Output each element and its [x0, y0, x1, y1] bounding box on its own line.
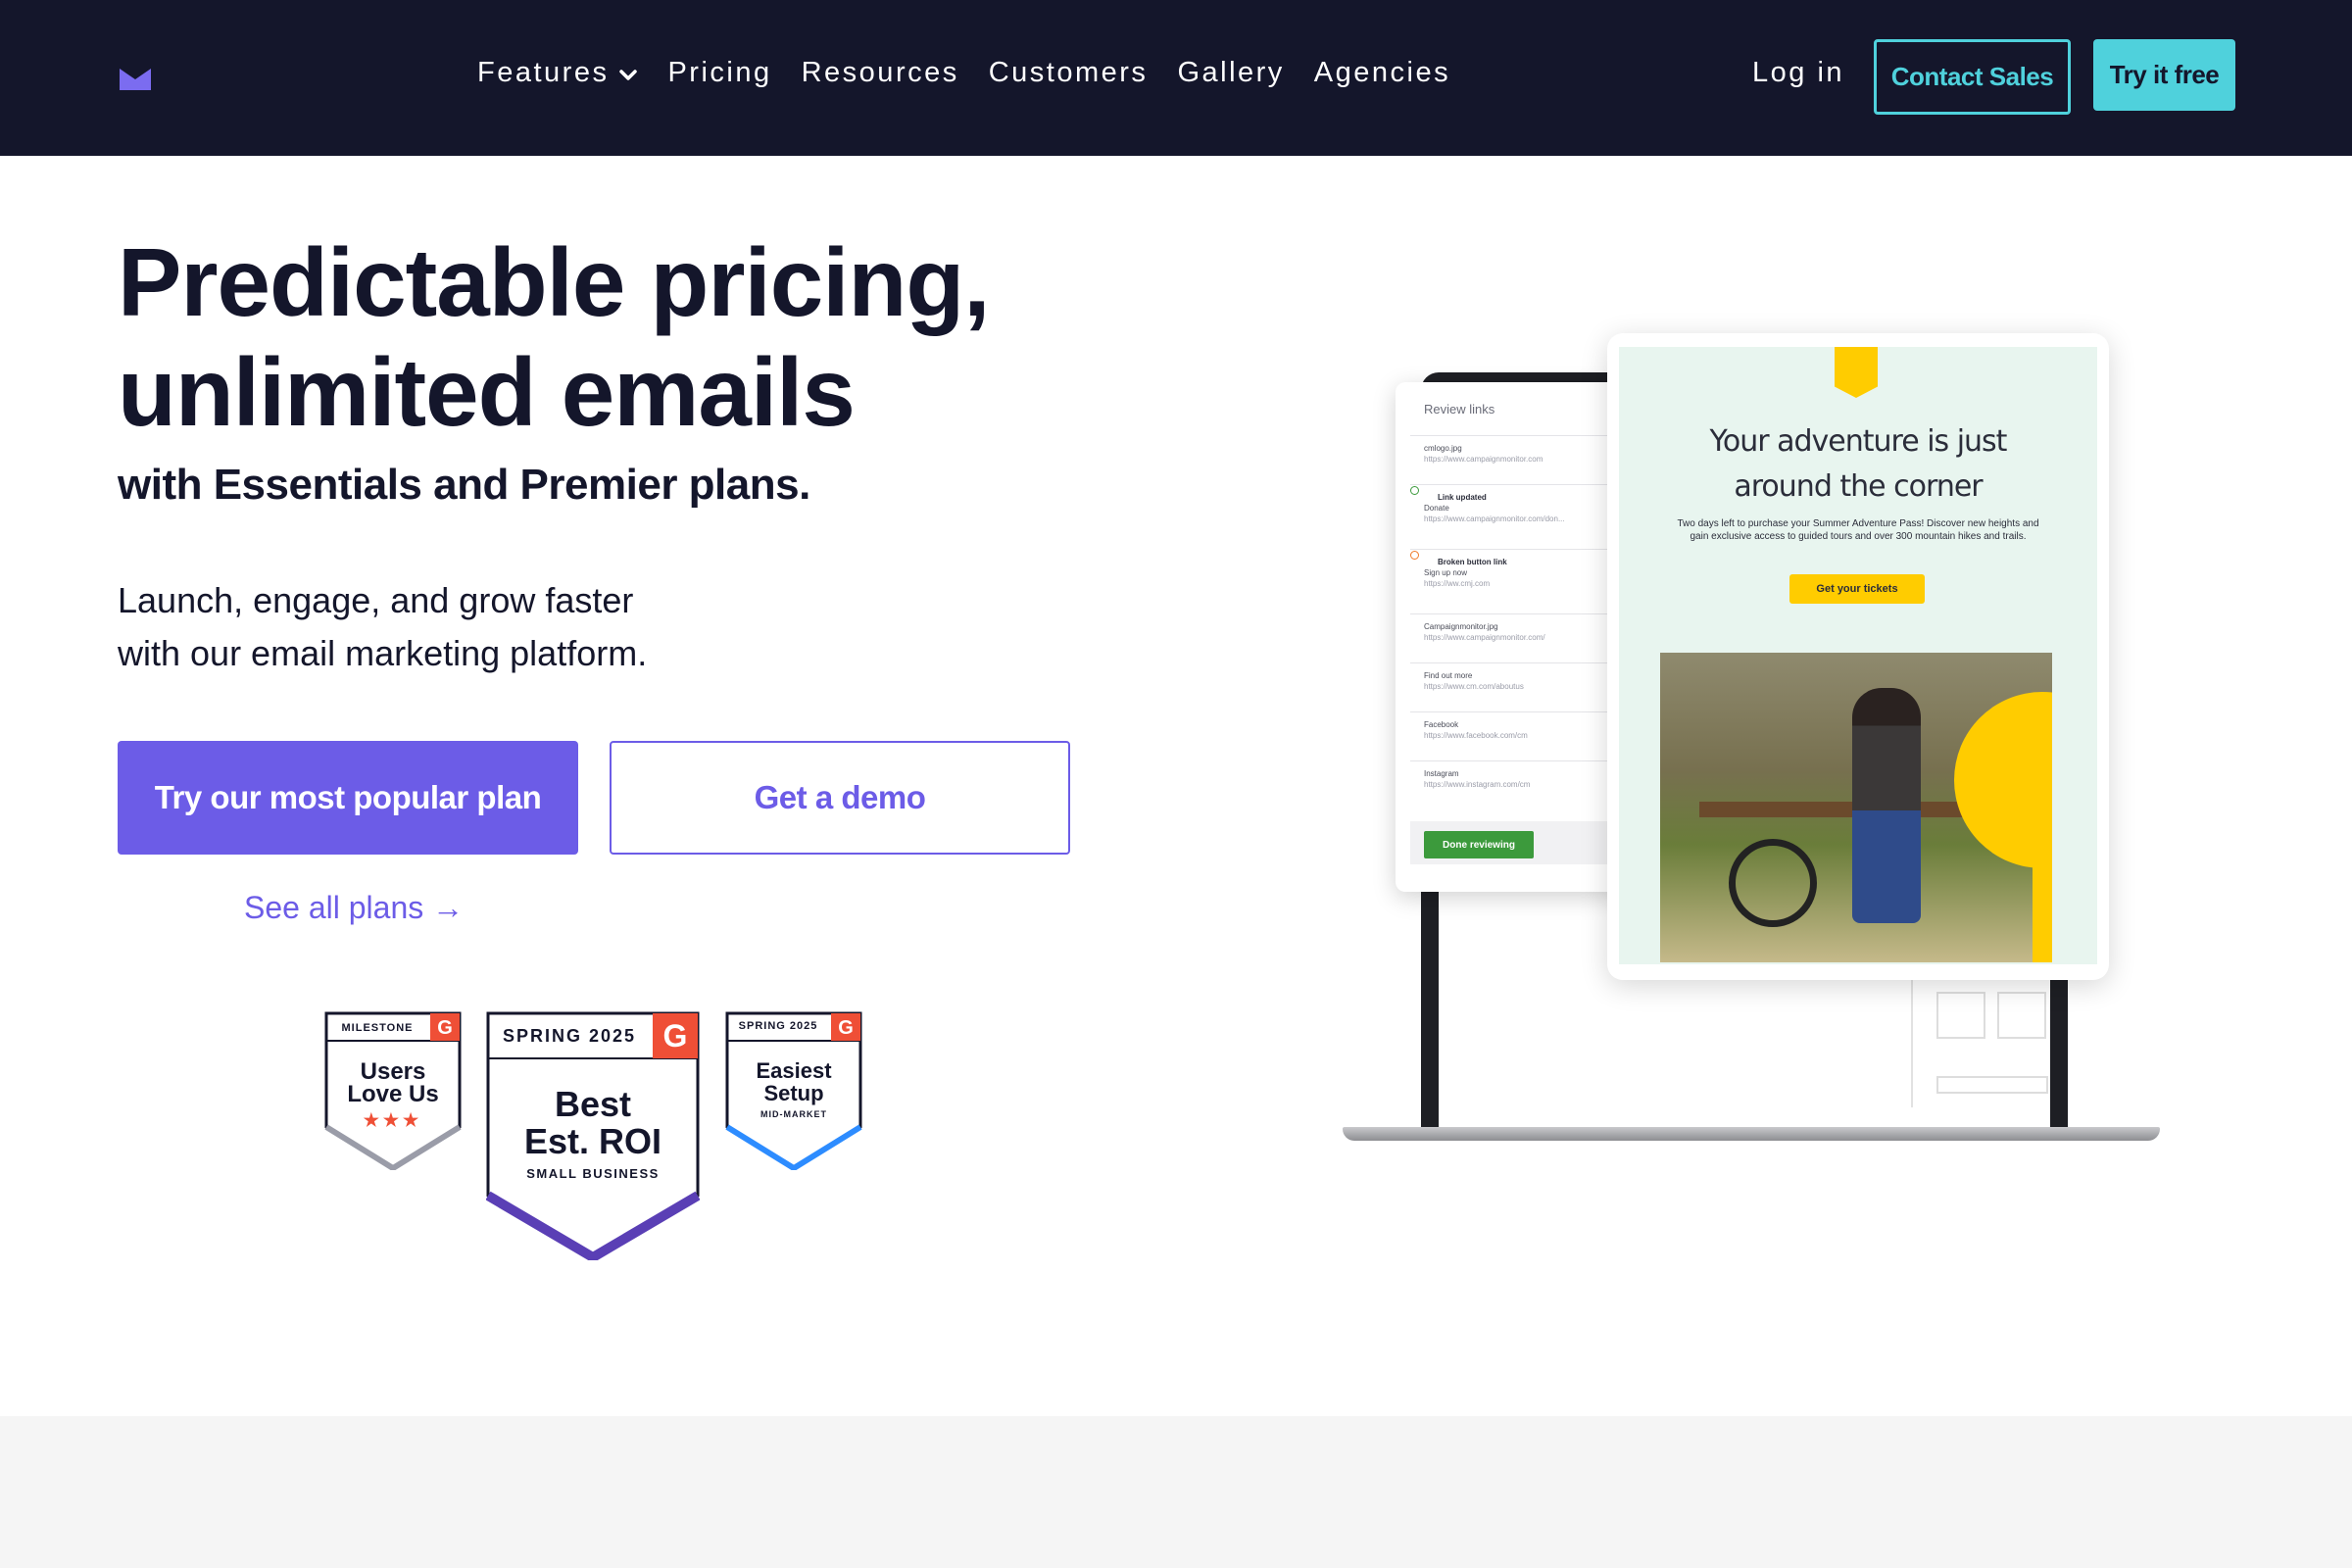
- laptop-base: [1343, 1127, 2160, 1141]
- review-link-name: Find out more: [1424, 671, 1473, 680]
- get-demo-button[interactable]: Get a demo: [610, 741, 1070, 855]
- chevron-down-icon: [619, 69, 638, 80]
- hero-title-line1: Predictable pricing,: [118, 228, 990, 336]
- laptop-ui-bar: [1936, 1076, 2048, 1094]
- hero-title: Predictable pricing, unlimited emails: [118, 227, 990, 447]
- review-link-name: cmlogo.jpg: [1424, 444, 1462, 453]
- g2-badge-best-roi[interactable]: G SPRING 2025 Best Est. ROI SMALL BUSINE…: [486, 1011, 700, 1260]
- review-link-url: https://www.campaignmonitor.com: [1424, 455, 1544, 464]
- g2-badge-users-love-us[interactable]: G MILESTONE Users Love Us ★★★: [324, 1011, 462, 1170]
- review-link-row[interactable]: Instagramhttps://www.instagram.com/cm›: [1410, 760, 1622, 809]
- logo-icon[interactable]: [120, 69, 151, 90]
- svg-text:G: G: [437, 1017, 453, 1039]
- badge-top-label: SPRING 2025: [738, 1020, 818, 1032]
- star-rating-icon: ★★★: [363, 1110, 423, 1130]
- svg-text:G: G: [838, 1017, 854, 1039]
- bicycle-icon: [1729, 839, 1817, 927]
- nav-links: Features Pricing Resources Customers Gal…: [477, 57, 1480, 89]
- review-link-url: https://www.campaignmonitor.com/: [1424, 633, 1545, 642]
- next-section-band: [0, 1416, 2352, 1568]
- review-link-name: Sign up now: [1424, 568, 1468, 577]
- review-link-row[interactable]: Campaignmonitor.jpg https://www.campaignm…: [1410, 613, 1622, 662]
- badge-line2: Love Us: [347, 1081, 439, 1107]
- review-links-list: cmlogo.jpg https://www.campaignmonitor.co…: [1410, 435, 1622, 809]
- badge-sub-label: SMALL BUSINESS: [526, 1166, 660, 1181]
- badge-top-label: MILESTONE: [341, 1022, 414, 1034]
- review-link-url: https://www.cm.com/aboutus: [1424, 682, 1524, 691]
- g2-badge-easiest-setup[interactable]: G SPRING 2025 Easiest Setup MID-MARKET: [725, 1011, 862, 1170]
- try-free-button[interactable]: Try it free: [2093, 39, 2235, 111]
- laptop-ui-box: [1997, 992, 2046, 1039]
- review-link-url: https://ww.cmj.com: [1424, 579, 1491, 588]
- yellow-block-shape: [2033, 770, 2052, 962]
- review-link-row[interactable]: Find out morehttps://www.cm.com/aboutus›: [1410, 662, 1622, 711]
- email-title-line2: around the corner: [1734, 469, 1983, 504]
- hero-lead: Launch, engage, and grow faster with our…: [118, 574, 647, 680]
- email-title-line1: Your adventure is just: [1709, 424, 2008, 459]
- nav-resources[interactable]: Resources: [802, 57, 959, 89]
- hero-lead-line2: with our email marketing platform.: [118, 633, 648, 673]
- laptop-ui-box: [1936, 992, 1985, 1039]
- badge-line1: Best: [554, 1084, 632, 1124]
- top-nav: Features Pricing Resources Customers Gal…: [0, 0, 2352, 156]
- contact-sales-button[interactable]: Contact Sales: [1874, 39, 2071, 115]
- review-link-row[interactable]: Broken button link Sign up now https://ww.…: [1410, 549, 1622, 613]
- hero-subtitle: with Essentials and Premier plans.: [118, 461, 810, 509]
- warning-icon: [1410, 551, 1419, 560]
- review-link-name: Donate: [1424, 504, 1449, 513]
- badge-top-label: SPRING 2025: [502, 1026, 637, 1046]
- get-tickets-button[interactable]: Get your tickets: [1789, 574, 1925, 604]
- hero-title-line2: unlimited emails: [118, 338, 856, 446]
- email-body: Two days left to purchase your Summer Ad…: [1677, 518, 2039, 542]
- nav-features[interactable]: Features: [477, 57, 638, 89]
- done-reviewing-button[interactable]: Done reviewing: [1424, 831, 1534, 858]
- product-mockup: Review links cmlogo.jpg https://www.campa…: [1343, 333, 2166, 1156]
- review-link-row[interactable]: Link updated Donate https://www.campaignmo…: [1410, 484, 1622, 549]
- badge-line2: Setup: [763, 1081, 824, 1105]
- email-title: Your adventure is just around the corner: [1619, 419, 2097, 510]
- review-link-row[interactable]: cmlogo.jpg https://www.campaignmonitor.co…: [1410, 435, 1622, 484]
- review-link-url: https://www.facebook.com/cm: [1424, 731, 1528, 740]
- check-icon: [1410, 486, 1419, 495]
- badge-line2: Est. ROI: [523, 1121, 662, 1161]
- see-all-plans-link[interactable]: See all plans →: [244, 890, 464, 926]
- nav-pricing[interactable]: Pricing: [667, 57, 771, 89]
- review-link-status: Broken button link: [1438, 558, 1507, 566]
- review-links-title: Review links: [1424, 402, 1495, 416]
- review-link-url: https://www.campaignmonitor.com/don...: [1424, 514, 1565, 523]
- review-links-panel: Review links cmlogo.jpg https://www.campa…: [1396, 382, 1637, 892]
- try-popular-plan-button[interactable]: Try our most popular plan: [118, 741, 578, 855]
- review-link-row[interactable]: Facebookhttps://www.facebook.com/cm›: [1410, 711, 1622, 760]
- nav-agencies[interactable]: Agencies: [1314, 57, 1450, 89]
- review-link-name: Campaignmonitor.jpg: [1424, 622, 1498, 631]
- nav-features-label: Features: [477, 57, 610, 88]
- email-hero-image: [1660, 653, 2052, 962]
- nav-customers[interactable]: Customers: [989, 57, 1149, 89]
- hero-lead-line1: Launch, engage, and grow faster: [118, 580, 634, 620]
- svg-text:G: G: [663, 1018, 688, 1054]
- login-link[interactable]: Log in: [1752, 57, 1844, 89]
- person-shape: [1852, 688, 1921, 923]
- review-link-status: Link updated: [1438, 493, 1487, 502]
- review-link-url: https://www.instagram.com/cm: [1424, 780, 1531, 789]
- review-link-name: Instagram: [1424, 769, 1459, 778]
- badge-sub-label: MID-MARKET: [760, 1109, 827, 1119]
- review-link-name: Facebook: [1424, 720, 1459, 729]
- email-preview-card: Your adventure is just around the corner…: [1607, 333, 2109, 980]
- nav-gallery[interactable]: Gallery: [1177, 57, 1284, 89]
